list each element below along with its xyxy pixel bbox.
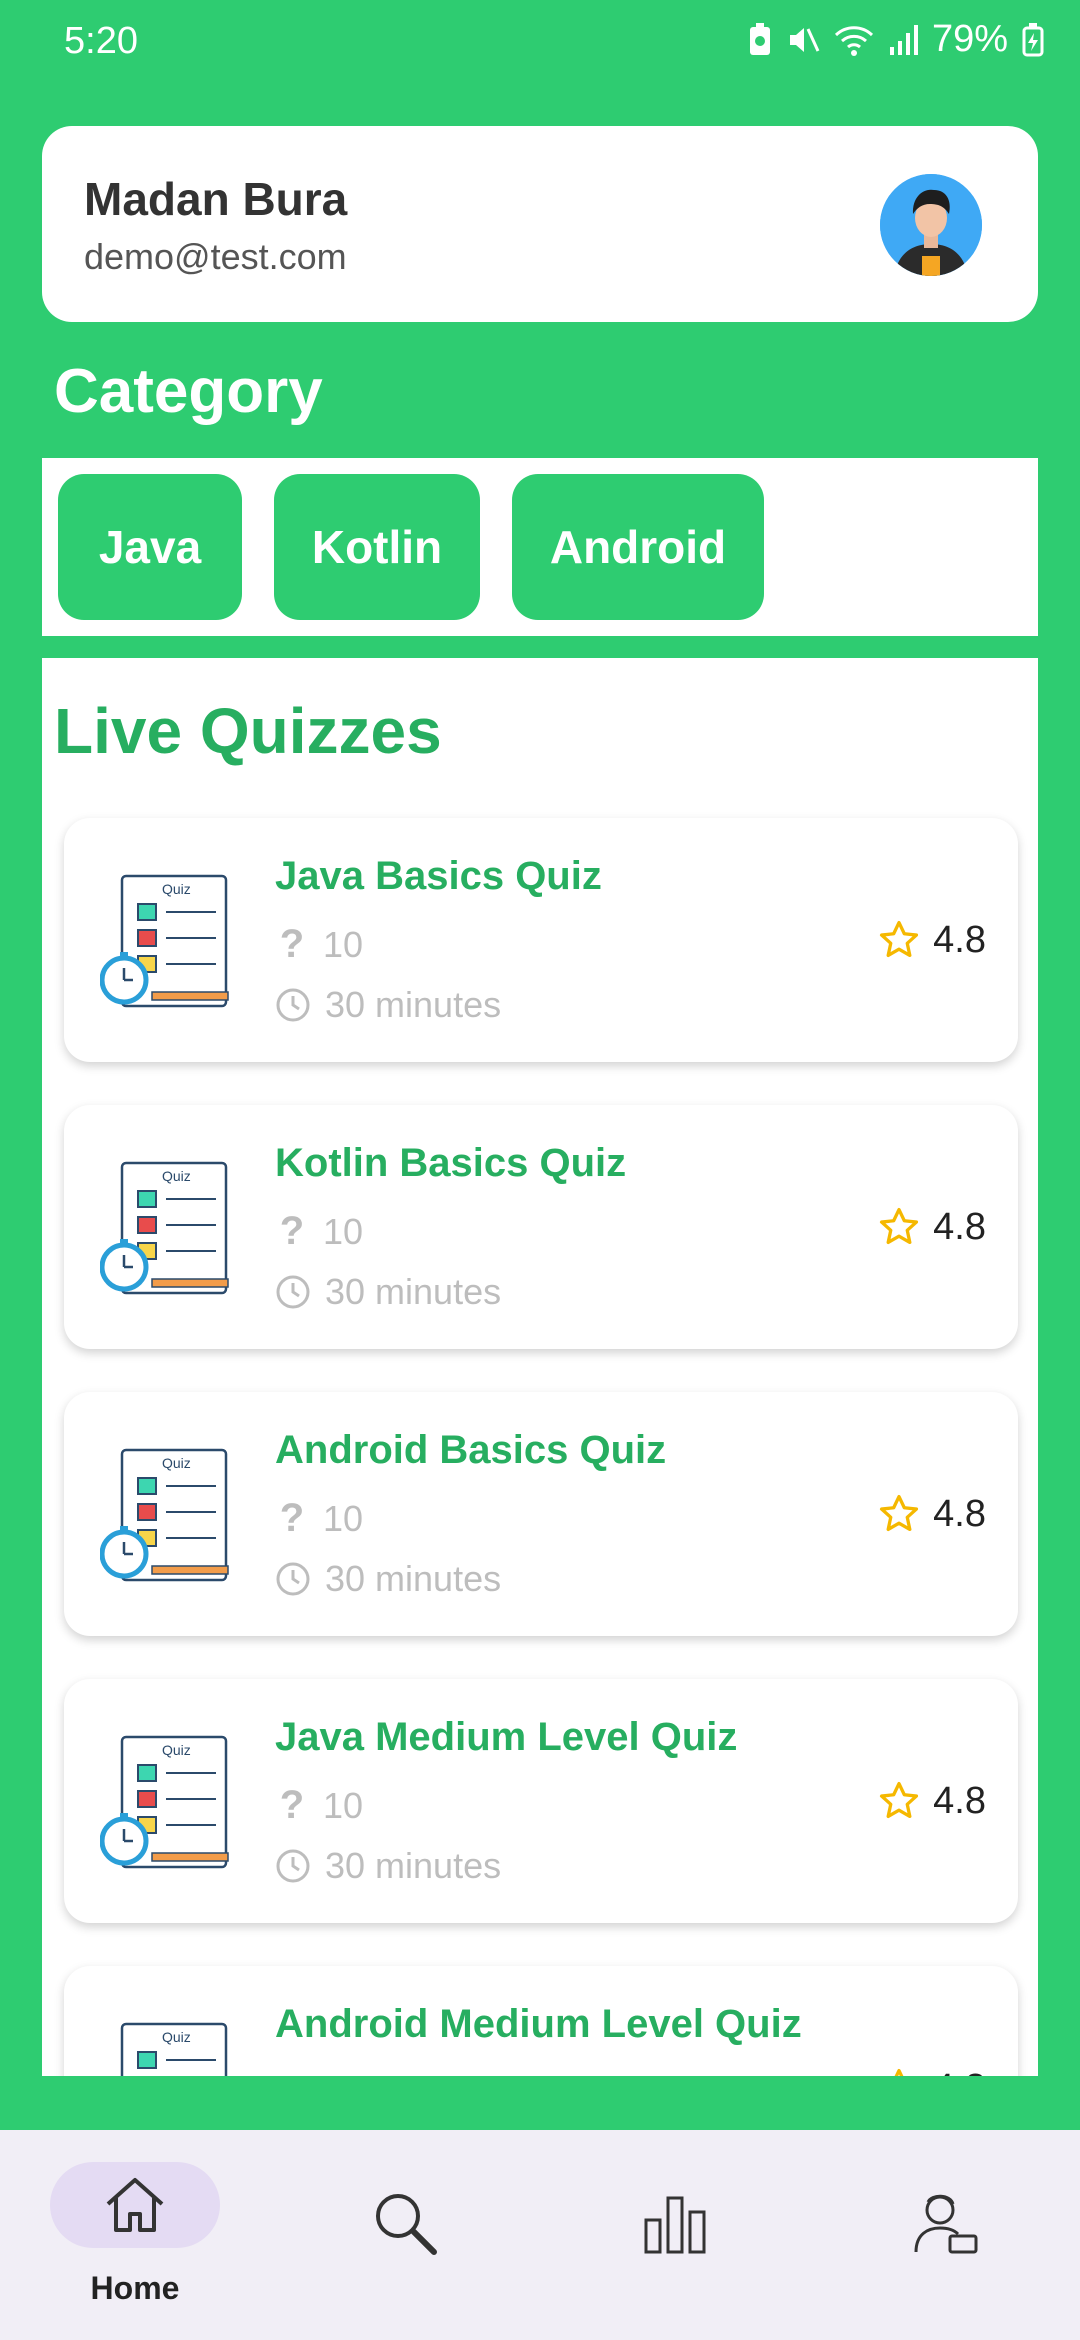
duration-value: 30 minutes bbox=[325, 984, 502, 1025]
status-time: 5:20 bbox=[64, 20, 138, 62]
duration-value: 30 minutes bbox=[325, 1271, 502, 1312]
quiz-title: Kotlin Basics Quiz bbox=[275, 1141, 627, 1185]
nav-item-stats[interactable] bbox=[540, 2130, 810, 2340]
battery-charging-icon bbox=[1022, 22, 1044, 56]
quiz-rating: 4.8 bbox=[877, 918, 986, 962]
question-count-value: 10 bbox=[323, 923, 364, 965]
clock-icon bbox=[276, 988, 310, 1022]
question-mark-icon: ? bbox=[279, 1209, 305, 1253]
quiz-question-count: ? 10 bbox=[275, 1209, 363, 1254]
avatar-person-icon bbox=[880, 174, 982, 276]
quiz-rating: 4.8 bbox=[877, 1492, 986, 1536]
wifi-icon bbox=[834, 25, 873, 56]
quiz-illustration: Quiz bbox=[100, 874, 229, 1008]
nav-item-home[interactable]: Home bbox=[0, 2130, 270, 2340]
question-count-value: 10 bbox=[323, 1784, 364, 1826]
quiz-card[interactable]: Quiz Java Basics Quiz ? 10 30 minutes 4.… bbox=[64, 818, 1018, 1062]
status-bar: 5:20 79% bbox=[0, 0, 1080, 84]
profile-name: Madan Bura bbox=[84, 173, 348, 225]
illus-quiz-label: Quiz bbox=[162, 1455, 191, 1471]
quiz-rating: 4.8 bbox=[877, 1205, 986, 1249]
star-icon bbox=[880, 920, 919, 958]
battery-saver-icon bbox=[749, 22, 770, 55]
rating-value: 4.8 bbox=[933, 2067, 986, 2077]
chart-icon bbox=[644, 2196, 706, 2254]
nav-label-home: Home bbox=[90, 2270, 180, 2306]
star-icon bbox=[880, 1207, 919, 1245]
quiz-illustration: Quiz bbox=[120, 2022, 228, 2076]
quiz-title: Android Basics Quiz bbox=[275, 1428, 667, 1472]
quiz-title: Java Basics Quiz bbox=[275, 854, 602, 898]
quiz-duration: 30 minutes bbox=[275, 1845, 501, 1887]
question-mark-icon: ? bbox=[275, 2070, 309, 2076]
question-mark-icon: ? bbox=[279, 1496, 305, 1540]
question-mark-icon: ? bbox=[279, 922, 305, 966]
mute-icon bbox=[789, 27, 820, 52]
quiz-title: Java Medium Level Quiz bbox=[275, 1715, 738, 1759]
profile-icon bbox=[914, 2194, 978, 2254]
illus-quiz-label: Quiz bbox=[162, 1168, 191, 1184]
profile-email: demo@test.com bbox=[84, 236, 347, 277]
quiz-rating: 4.8 bbox=[877, 2066, 986, 2076]
avatar[interactable] bbox=[880, 174, 982, 276]
quiz-illustration: Quiz bbox=[100, 1448, 229, 1582]
duration-value: 30 minutes bbox=[325, 1558, 502, 1599]
search-icon bbox=[376, 2194, 437, 2255]
signal-icon bbox=[889, 24, 918, 55]
question-mark-icon: ? bbox=[279, 1783, 305, 1827]
star-icon bbox=[894, 2068, 904, 2076]
clock-icon bbox=[276, 1849, 310, 1883]
category-chip-android[interactable]: Android bbox=[512, 474, 764, 620]
profile-card[interactable]: Madan Bura demo@test.com bbox=[42, 126, 1038, 322]
category-panel: Java Kotlin Android bbox=[42, 458, 1038, 636]
illus-quiz-label: Quiz bbox=[162, 881, 191, 897]
illus-quiz-label: Quiz bbox=[162, 1742, 191, 1758]
clock-icon bbox=[276, 1275, 310, 1309]
nav-item-profile[interactable] bbox=[810, 2130, 1080, 2340]
nav-item-search[interactable] bbox=[270, 2130, 540, 2340]
quiz-question-count: ? 10 bbox=[275, 1496, 363, 1541]
question-count-value: 10 bbox=[323, 1497, 364, 1539]
rating-value: 4.8 bbox=[933, 1779, 986, 1822]
quiz-duration: 30 minutes bbox=[275, 1271, 501, 1313]
quiz-card[interactable]: Quiz Kotlin Basics Quiz ? 10 30 minutes bbox=[64, 1105, 1018, 1349]
quiz-question-count: ? 10 bbox=[275, 2070, 363, 2076]
question-count-value: 10 bbox=[323, 2072, 363, 2077]
quiz-illustration: Quiz bbox=[100, 1161, 229, 1295]
duration-value: 30 minutes bbox=[325, 1845, 502, 1886]
illus-quiz-label: Quiz bbox=[162, 2029, 191, 2045]
star-icon bbox=[880, 1781, 919, 1819]
quiz-duration: 30 minutes bbox=[275, 1558, 501, 1600]
status-icons: 79% bbox=[748, 18, 1044, 61]
rating-value: 4.8 bbox=[933, 1205, 986, 1248]
rating-value: 4.8 bbox=[933, 918, 986, 961]
quiz-card[interactable]: Quiz Java Medium Level Quiz ? 10 30 minu… bbox=[64, 1679, 1018, 1923]
live-quizzes-title: Live Quizzes bbox=[54, 695, 442, 767]
battery-percent: 79% bbox=[931, 18, 1008, 60]
home-icon bbox=[106, 2178, 164, 2232]
quiz-question-count: ? 10 bbox=[275, 1783, 363, 1828]
quiz-question-count: ? 10 bbox=[275, 922, 363, 967]
quiz-illustration: Quiz bbox=[100, 1735, 229, 1869]
quiz-title: Android Medium Level Quiz bbox=[275, 2002, 802, 2046]
star-icon bbox=[880, 1494, 919, 1532]
category-chip-java[interactable]: Java bbox=[58, 474, 242, 620]
question-count-value: 10 bbox=[323, 1210, 364, 1252]
category-title: Category bbox=[54, 357, 323, 426]
bottom-navigation: Home bbox=[0, 2130, 1080, 2340]
live-quizzes-panel[interactable]: Live Quizzes Quiz Java Basics Quiz ? 10 bbox=[42, 658, 1038, 2076]
quiz-card[interactable]: Quiz Android Medium Level Quiz ? 10 30 m… bbox=[64, 1966, 1018, 2076]
quiz-rating: 4.8 bbox=[877, 1779, 986, 1823]
quiz-duration: 30 minutes bbox=[275, 984, 501, 1026]
clock-icon bbox=[276, 1562, 310, 1596]
category-chip-kotlin[interactable]: Kotlin bbox=[274, 474, 480, 620]
quiz-card[interactable]: Quiz Android Basics Quiz ? 10 30 minutes bbox=[64, 1392, 1018, 1636]
rating-value: 4.8 bbox=[933, 1492, 986, 1535]
